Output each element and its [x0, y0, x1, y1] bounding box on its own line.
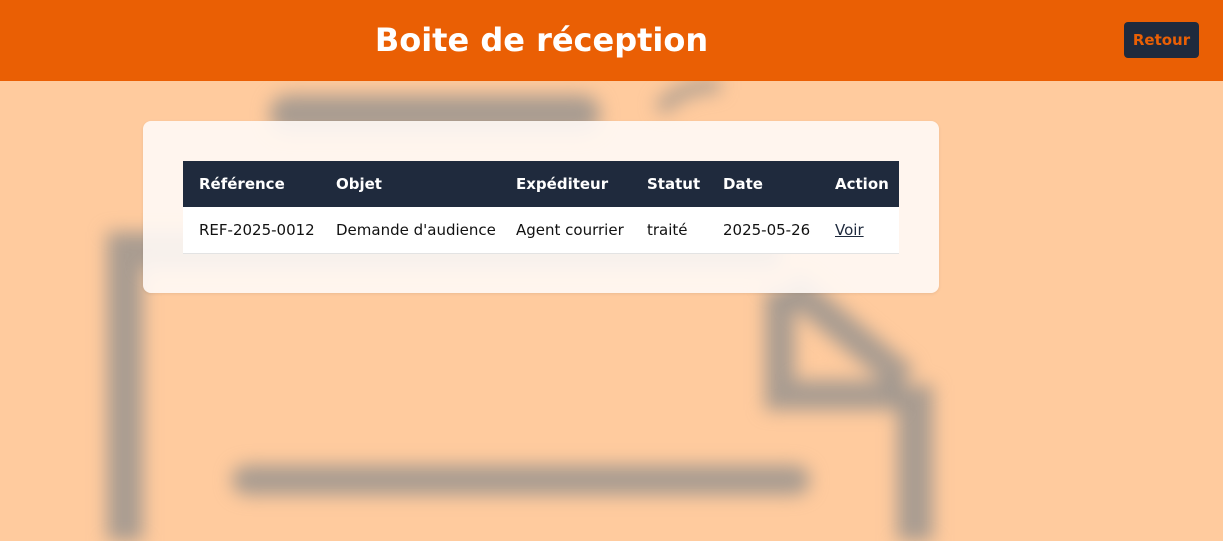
inbox-card: Référence Objet Expéditeur Statut Date A… — [143, 121, 939, 293]
column-header-expediteur: Expéditeur — [516, 175, 609, 193]
cell-objet: Demande d'audience — [336, 220, 496, 239]
column-header-objet: Objet — [336, 175, 382, 193]
cell-action: Voir — [819, 207, 899, 253]
back-button[interactable]: Retour — [1124, 22, 1199, 58]
table-header-row: Référence Objet Expéditeur Statut Date A… — [183, 161, 899, 207]
column-header-date: Date — [723, 175, 763, 193]
view-link[interactable]: Voir — [835, 221, 864, 239]
page-title: Boite de réception — [374, 21, 709, 59]
column-header-statut: Statut — [647, 175, 701, 193]
cell-reference: REF-2025-0012 — [199, 220, 315, 239]
column-header-action: Action — [835, 175, 889, 193]
table-row: REF-2025-0012 Demande d'audience Agent c… — [183, 207, 899, 253]
cell-expediteur: Agent courrier — [516, 220, 624, 239]
inbox-table: Référence Objet Expéditeur Statut Date A… — [183, 161, 899, 254]
app-header: Boite de réception Retour — [0, 0, 1223, 81]
cell-date: 2025-05-26 — [723, 220, 811, 239]
cell-statut: traité — [647, 220, 688, 239]
column-header-reference: Référence — [199, 175, 285, 193]
